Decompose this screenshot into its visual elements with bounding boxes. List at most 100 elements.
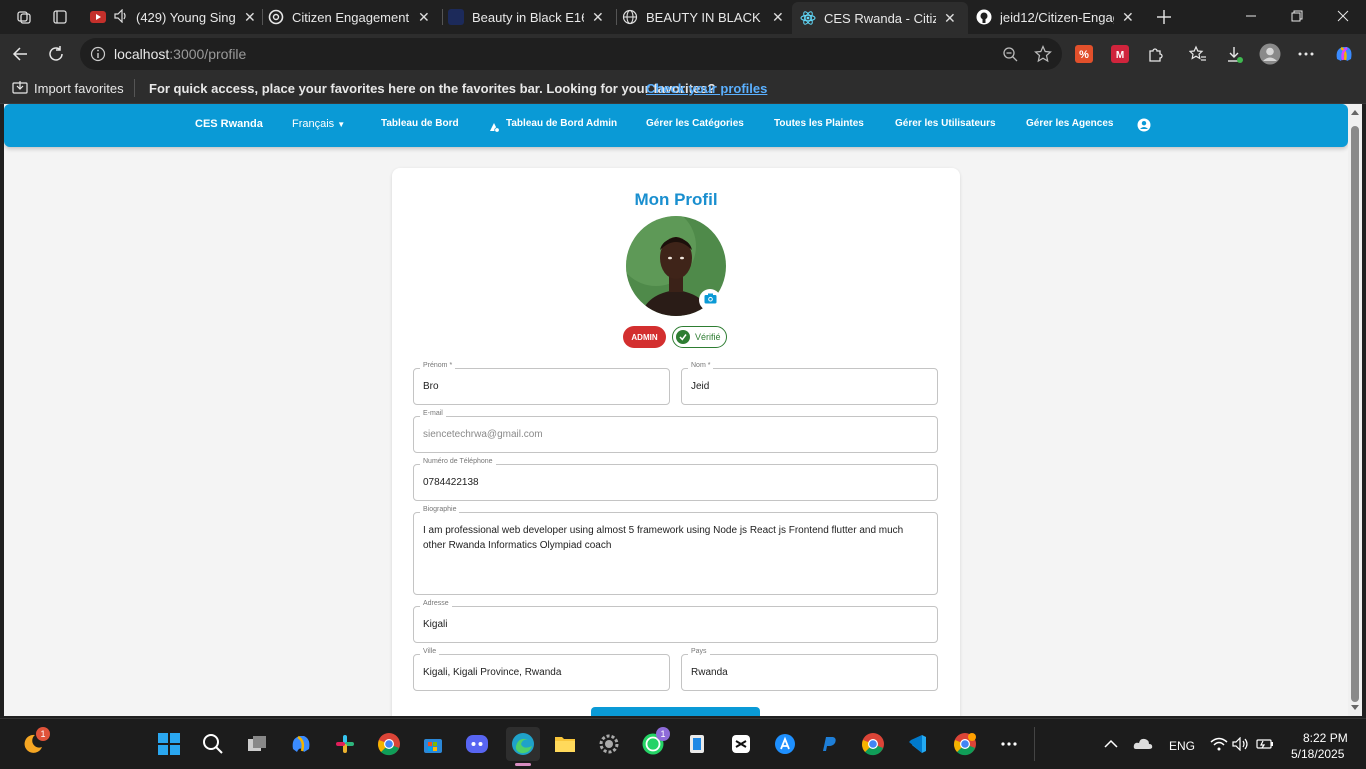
tab-youtube[interactable]: (429) Young Sing ✕ — [90, 4, 258, 30]
globe-icon — [622, 9, 638, 25]
paypal-icon[interactable] — [814, 729, 844, 759]
save-button[interactable] — [591, 707, 760, 716]
site-icon — [448, 9, 464, 25]
more-apps-icon[interactable] — [994, 729, 1024, 759]
extensions-puzzle-icon[interactable] — [1142, 40, 1170, 68]
tab-title: Citizen Engagement S — [292, 9, 410, 25]
onedrive-icon[interactable] — [1128, 729, 1158, 759]
tab-beauty-in-black-e16[interactable]: Beauty in Black E16 Fi ✕ — [448, 4, 614, 30]
field-value: 0784422138 — [423, 477, 479, 488]
check-profiles-link[interactable]: Check your profiles — [646, 81, 767, 96]
chrome-profile-icon[interactable] — [950, 729, 980, 759]
scroll-up-icon[interactable] — [1351, 110, 1359, 115]
edge-icon[interactable] — [506, 727, 540, 766]
document-app-icon[interactable] — [682, 729, 712, 759]
dropdown-caret-icon: ▼ — [337, 120, 346, 129]
change-photo-button[interactable] — [699, 289, 721, 311]
scroll-thumb[interactable] — [1351, 126, 1359, 702]
copilot-icon[interactable] — [1330, 40, 1358, 68]
tab-beauty-in-black-e01[interactable]: BEAUTY IN BLACK E01 ✕ — [622, 4, 788, 30]
refresh-icon[interactable] — [42, 40, 70, 68]
nav-tableau-de-bord-admin[interactable]: Tableau de Bord Admin — [506, 118, 617, 129]
file-explorer-icon[interactable] — [550, 729, 580, 759]
address-toolbar: localhost:3000/profile % M — [0, 34, 1366, 74]
clock-date[interactable]: 5/18/2025 — [1291, 747, 1344, 761]
more-options-icon[interactable] — [1292, 40, 1320, 68]
zoom-icon[interactable] — [1002, 46, 1018, 67]
bio-field[interactable]: Biographie I am professional web develop… — [413, 506, 938, 595]
chrome-icon[interactable] — [374, 729, 404, 759]
favorites-icon[interactable] — [1184, 40, 1212, 68]
field-label: Numéro de Téléphone — [420, 458, 496, 465]
speaker-icon[interactable] — [114, 8, 130, 26]
input-language[interactable]: ENG — [1169, 739, 1195, 753]
close-tab-icon[interactable]: ✕ — [772, 9, 784, 26]
chrome-icon-2[interactable] — [858, 729, 888, 759]
microsoft-store-icon[interactable] — [418, 729, 448, 759]
workspaces-icon[interactable] — [10, 3, 38, 31]
field-value: Kigali, Kigali Province, Rwanda — [423, 667, 562, 678]
active-indicator — [515, 763, 531, 766]
notification-badge: 1 — [36, 727, 50, 741]
import-favorites-button[interactable]: Import favorites — [34, 81, 124, 96]
nav-gerer-agences[interactable]: Gérer les Agences — [1026, 118, 1113, 129]
settings-icon[interactable] — [594, 729, 624, 759]
profile-avatar-icon[interactable] — [1256, 40, 1284, 68]
downloads-icon[interactable] — [1220, 40, 1248, 68]
brand-link[interactable]: CES Rwanda — [195, 118, 263, 130]
weather-widget-icon[interactable]: 1 — [18, 727, 50, 759]
phone-field[interactable]: Numéro de Téléphone 0784422138 — [413, 458, 938, 501]
clock-time[interactable]: 8:22 PM — [1303, 731, 1348, 745]
scroll-down-icon[interactable] — [1351, 705, 1359, 710]
nav-tableau-de-bord[interactable]: Tableau de Bord — [381, 118, 459, 129]
address-field[interactable]: Adresse Kigali — [413, 600, 938, 643]
close-window-icon[interactable] — [1320, 0, 1366, 32]
battery-icon[interactable] — [1250, 729, 1280, 759]
tab-actions-icon[interactable] — [46, 3, 74, 31]
url-bar[interactable]: localhost:3000/profile — [80, 38, 1062, 70]
last-name-field[interactable]: Nom * Jeid — [681, 362, 938, 405]
close-tab-icon[interactable]: ✕ — [1122, 9, 1134, 26]
city-field[interactable]: Ville Kigali, Kigali Province, Rwanda — [413, 648, 670, 691]
page-viewport: CES Rwanda Français ▼ Tableau de Bord Ta… — [4, 104, 1348, 716]
taskbar: 1 1 ENG 8:22 PM 5/18/2025 — [0, 718, 1366, 769]
whatsapp-icon[interactable]: 1 — [638, 727, 670, 759]
nav-gerer-categories[interactable]: Gérer les Catégories — [646, 118, 744, 129]
slack-icon[interactable] — [330, 729, 360, 759]
language-selector[interactable]: Français ▼ — [292, 118, 345, 130]
field-value: siencetechrwa@gmail.com — [423, 429, 543, 440]
first-name-field[interactable]: Prénom * Bro — [413, 362, 670, 405]
tab-ces-rwanda[interactable]: CES Rwanda - Citizen ✕ — [792, 2, 968, 34]
country-field[interactable]: Pays Rwanda — [681, 648, 938, 691]
extension-percent-icon[interactable]: % — [1070, 40, 1098, 68]
new-tab-icon[interactable] — [1150, 3, 1178, 31]
close-tab-icon[interactable]: ✕ — [944, 10, 956, 27]
email-field[interactable]: E-mail siencetechrwa@gmail.com — [413, 410, 938, 453]
page-scrollbar[interactable] — [1348, 104, 1362, 716]
field-value: I am professional web developer using al… — [423, 525, 904, 551]
extension-m-icon[interactable]: M — [1106, 40, 1134, 68]
tab-github[interactable]: jeid12/Citizen-Engage ✕ — [976, 4, 1146, 30]
show-hidden-icons-chevron-icon[interactable] — [1096, 729, 1126, 759]
search-icon[interactable] — [198, 729, 228, 759]
tab-citizen-engagement[interactable]: Citizen Engagement S ✕ — [268, 4, 440, 30]
restore-icon[interactable] — [1274, 0, 1320, 32]
discord-icon[interactable] — [462, 729, 492, 759]
close-tab-icon[interactable]: ✕ — [592, 9, 604, 26]
nav-toutes-plaintes[interactable]: Toutes les Plaintes — [774, 118, 864, 129]
start-button-icon[interactable] — [154, 729, 184, 759]
back-icon[interactable] — [6, 40, 34, 68]
vscode-icon[interactable] — [902, 729, 932, 759]
minimize-icon[interactable] — [1228, 0, 1274, 32]
favorite-star-icon[interactable] — [1034, 45, 1052, 68]
account-icon[interactable] — [1137, 118, 1151, 137]
app-store-icon[interactable] — [770, 729, 800, 759]
site-info-icon[interactable] — [90, 46, 106, 67]
nav-gerer-utilisateurs[interactable]: Gérer les Utilisateurs — [895, 118, 996, 129]
close-tab-icon[interactable]: ✕ — [244, 9, 256, 26]
close-tab-icon[interactable]: ✕ — [418, 9, 430, 26]
capcut-icon[interactable] — [726, 729, 756, 759]
task-view-icon[interactable] — [242, 729, 272, 759]
copilot-app-icon[interactable] — [286, 729, 316, 759]
tab-title: BEAUTY IN BLACK E01 — [646, 9, 764, 25]
